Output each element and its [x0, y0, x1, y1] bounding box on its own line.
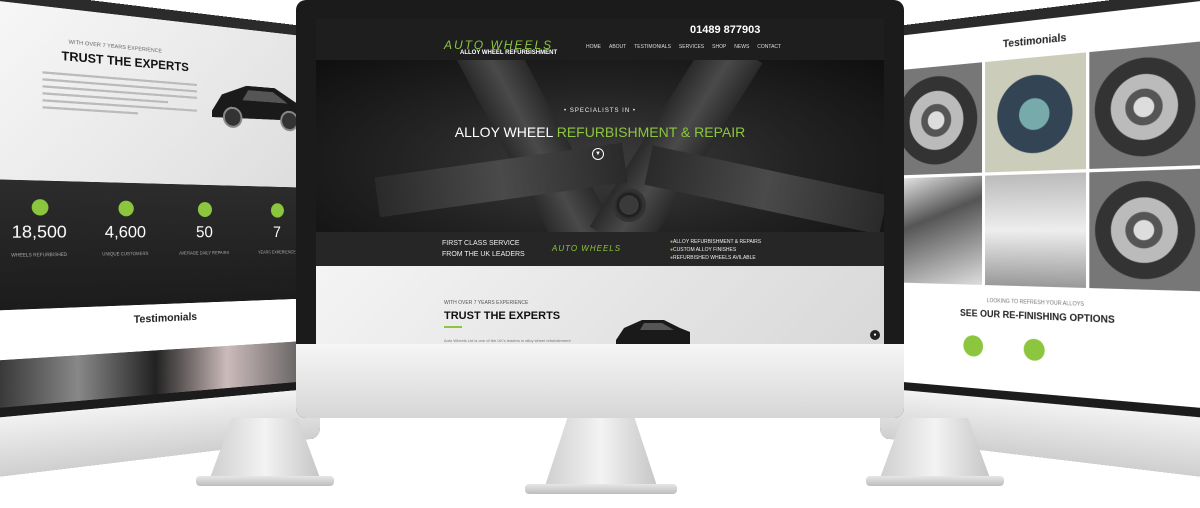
- wheel-hub: [612, 188, 646, 222]
- nav-home[interactable]: HOME: [586, 44, 601, 50]
- stat-item: 4,600 UNIQUE CUSTOMERS: [92, 200, 158, 307]
- gallery-grid: [892, 41, 1200, 292]
- testimonials-title: Testimonials: [133, 311, 198, 327]
- gallery-image[interactable]: [985, 171, 1086, 288]
- about-title: TRUST THE EXPERTS: [61, 49, 189, 75]
- nav-services[interactable]: SERVICES: [679, 44, 704, 50]
- stat-item: 18,500 WHEELS REFURBISHED: [3, 199, 75, 311]
- logo-subtitle: ALLOY WHEEL REFURBISHMENT: [460, 50, 558, 56]
- stat-label: UNIQUE CUSTOMERS: [102, 250, 149, 257]
- gallery-image[interactable]: [892, 62, 983, 176]
- left-stand-foot: [196, 476, 334, 486]
- gallery-image[interactable]: [1088, 41, 1200, 169]
- stat-number: 18,500: [11, 222, 67, 243]
- nav-about[interactable]: ABOUT: [609, 44, 626, 50]
- paint-icon[interactable]: [963, 334, 984, 358]
- nav-news[interactable]: NEWS: [734, 44, 749, 50]
- stat-label: AVERAGE DAILY REPAIRS: [179, 249, 230, 256]
- nav-contact[interactable]: CONTACT: [757, 44, 781, 50]
- tools-icon[interactable]: [1023, 338, 1045, 362]
- tagline-line: FROM THE UK LEADERS: [442, 251, 525, 258]
- gallery-image[interactable]: [892, 175, 983, 285]
- feature-item: ALLOY REFURBISHMENT & REPAIRS: [670, 239, 761, 245]
- left-screen: WITH OVER 7 YEARS EXPERIENCE TRUST THE E…: [0, 0, 312, 409]
- hero-kicker: • SPECIALISTS IN •: [564, 108, 636, 114]
- stat-label: WHEELS REFURBISHED: [11, 251, 68, 258]
- right-monitor: Testimonials LOOKING TO REFRESH YOUR ALL…: [880, 0, 1200, 480]
- main-nav: HOME ABOUT TESTIMONIALS SERVICES SHOP NE…: [586, 44, 781, 50]
- feature-item: CUSTOM ALLOY FINISHES: [670, 247, 736, 253]
- phone-number[interactable]: 01489 877903: [690, 24, 760, 36]
- site-logo[interactable]: AUTO WHEELS ALLOY WHEEL REFURBISHMENT: [444, 38, 557, 56]
- tagline-line: FIRST CLASS SERVICE: [442, 240, 520, 247]
- headline-white: ALLOY WHEEL: [454, 124, 557, 140]
- wheel-icon: [31, 199, 48, 216]
- feature-list: ALLOY REFURBISHMENT & REPAIRS CUSTOM ALL…: [670, 238, 761, 262]
- title-underline: [444, 326, 462, 328]
- stat-number: 4,600: [104, 222, 146, 243]
- about-section: WITH OVER 7 YEARS EXPERIENCE TRUST THE E…: [316, 266, 884, 344]
- van-icon: [197, 201, 212, 218]
- center-stand: [545, 418, 657, 486]
- hero-banner: • SPECIALISTS IN • ALLOY WHEEL REFURBISH…: [316, 60, 884, 232]
- right-stand-foot: [866, 476, 1004, 486]
- site-header: AUTO WHEELS ALLOY WHEEL REFURBISHMENT 01…: [316, 18, 884, 60]
- nav-testimonials[interactable]: TESTIMONIALS: [634, 44, 671, 50]
- car-image: [616, 320, 690, 344]
- about-text: Auto Wheels Ltd is one of the UK's leade…: [444, 338, 571, 343]
- stat-number: 50: [196, 223, 213, 242]
- left-monitor: WITH OVER 7 YEARS EXPERIENCE TRUST THE E…: [0, 0, 320, 480]
- gallery-image[interactable]: [985, 52, 1086, 172]
- gallery-image[interactable]: [1088, 168, 1200, 292]
- feature-item: REFURBISHED WHEELS AVILABLE: [670, 255, 756, 261]
- chevron-down-icon[interactable]: ▼: [592, 148, 604, 160]
- stats-strip: 18,500 WHEELS REFURBISHED 4,600 UNIQUE C…: [0, 179, 312, 311]
- band-logo: AUTO WHEELS: [552, 244, 622, 253]
- about-kicker: WITH OVER 7 YEARS EXPERIENCE: [444, 300, 529, 306]
- band-tagline: FIRST CLASS SERVICE FROM THE UK LEADERS: [442, 238, 525, 260]
- headline-green: REFURBISHMENT & REPAIR: [556, 124, 746, 140]
- trophy-icon: [270, 203, 284, 218]
- mockup-stage: WITH OVER 7 YEARS EXPERIENCE TRUST THE E…: [0, 0, 1200, 508]
- chat-icon[interactable]: ●: [870, 330, 880, 340]
- about-title: TRUST THE EXPERTS: [444, 310, 561, 322]
- right-screen: Testimonials LOOKING TO REFRESH YOUR ALL…: [888, 0, 1200, 409]
- center-stand-foot: [525, 484, 677, 494]
- stat-item: 50 AVERAGE DAILY REPAIRS: [174, 201, 234, 303]
- center-monitor: AUTO WHEELS ALLOY WHEEL REFURBISHMENT 01…: [296, 0, 904, 418]
- about-text-placeholder: [42, 71, 197, 118]
- website-screen: AUTO WHEELS ALLOY WHEEL REFURBISHMENT 01…: [316, 18, 884, 344]
- monitor-chin: [296, 344, 904, 418]
- customers-icon: [117, 200, 134, 217]
- wheel-spoke: [644, 145, 884, 232]
- nav-shop[interactable]: SHOP: [712, 44, 726, 50]
- hero-headline: ALLOY WHEEL REFURBISHMENT & REPAIR: [316, 124, 884, 140]
- feature-band: FIRST CLASS SERVICE FROM THE UK LEADERS …: [316, 232, 884, 266]
